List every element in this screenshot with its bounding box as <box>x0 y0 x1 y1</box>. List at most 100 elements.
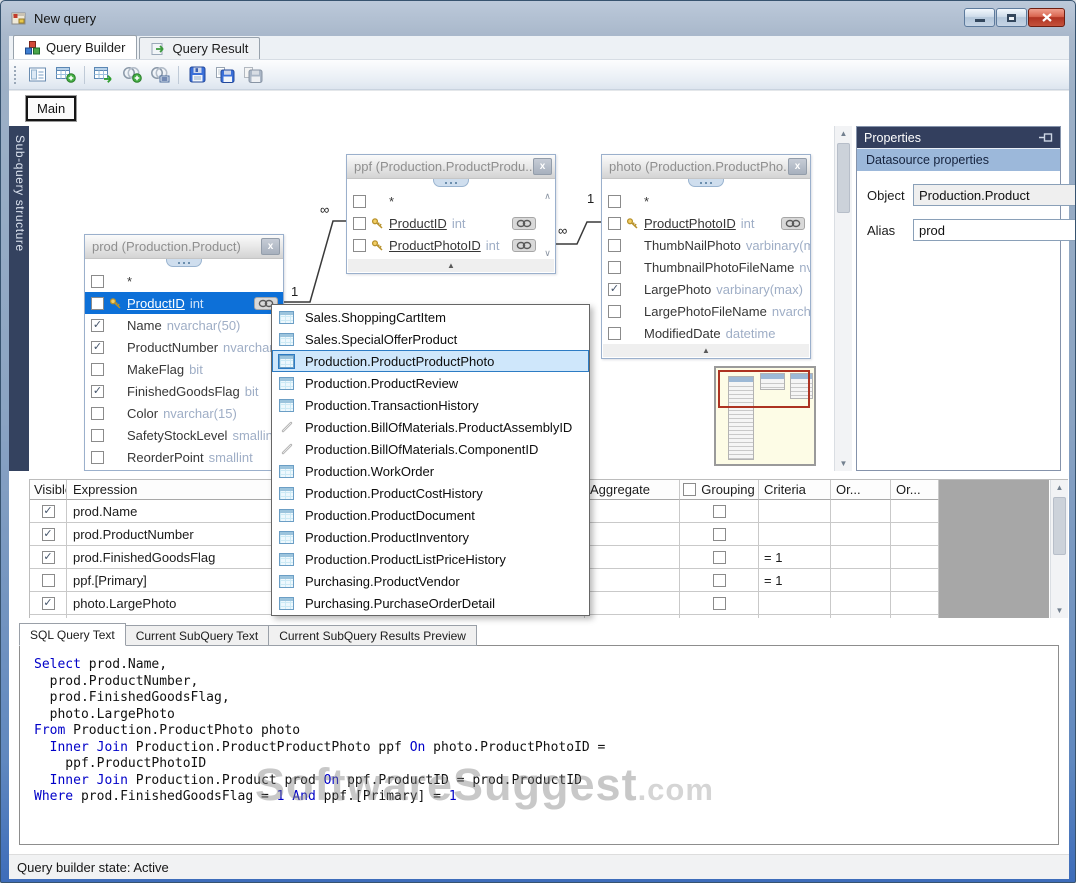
grouping-checkbox[interactable] <box>713 505 726 518</box>
save-query-icon[interactable] <box>185 63 210 86</box>
grouping-checkbox[interactable] <box>713 551 726 564</box>
field-row-productnumber[interactable]: ✓ProductNumbernvarchar( <box>85 336 283 358</box>
save-as-icon[interactable] <box>213 63 238 86</box>
grid-cell-aggregate[interactable] <box>585 546 680 569</box>
field-checkbox[interactable] <box>608 239 621 252</box>
show-panels-icon[interactable] <box>25 63 50 86</box>
tab-query-result[interactable]: Query Result <box>139 37 260 59</box>
grid-cell-aggregate[interactable] <box>585 615 680 618</box>
field-row-name[interactable]: ✓Namenvarchar(50) <box>85 314 283 336</box>
field-checkbox[interactable] <box>91 451 104 464</box>
field-checkbox[interactable] <box>91 297 104 310</box>
field-checkbox[interactable]: ✓ <box>91 341 104 354</box>
field-checkbox[interactable]: ✓ <box>91 319 104 332</box>
scroll-up-icon[interactable]: ▲ <box>835 126 852 141</box>
field-checkbox[interactable] <box>91 407 104 420</box>
dropdown-item[interactable]: Production.ProductListPriceHistory <box>272 548 589 570</box>
field-checkbox[interactable] <box>353 195 366 208</box>
subquery-structure-sidebar[interactable]: Sub-query structure <box>9 126 29 471</box>
datasource-header[interactable]: ppf (Production.ProductProdu... x <box>347 155 555 179</box>
dropdown-item[interactable]: Sales.ShoppingCartItem <box>272 306 589 328</box>
grid-cell-grouping[interactable] <box>680 569 759 592</box>
datasource-close-icon[interactable]: x <box>788 158 807 175</box>
subquery-tab-main[interactable]: Main <box>26 96 76 121</box>
field-row-productid[interactable]: ProductIDint <box>347 212 541 234</box>
datasource-table-photo[interactable]: photo (Production.ProductPho... x *Produ… <box>601 154 811 359</box>
auto-hide-pin-icon[interactable] <box>1039 133 1053 142</box>
field-row-productid[interactable]: ProductIDint <box>85 292 283 314</box>
grid-header-grouping[interactable]: Grouping <box>680 480 759 500</box>
grid-cell-or2[interactable] <box>891 592 939 615</box>
dropdown-item[interactable]: Sales.SpecialOfferProduct <box>272 328 589 350</box>
grid-cell-or1[interactable] <box>831 523 891 546</box>
visible-checkbox[interactable]: ✓ <box>42 505 55 518</box>
field-checkbox[interactable] <box>608 195 621 208</box>
field-checkbox[interactable]: ✓ <box>91 385 104 398</box>
dropdown-item[interactable]: Purchasing.PurchaseOrderDetail <box>272 592 589 614</box>
field-checkbox[interactable] <box>608 327 621 340</box>
field-row-largephoto[interactable]: ✓LargePhotovarbinary(max) <box>602 278 810 300</box>
join-link-icon[interactable] <box>512 239 536 252</box>
tab-current-subquery-results-preview[interactable]: Current SubQuery Results Preview <box>268 625 477 646</box>
dropdown-item[interactable]: Production.ProductDocument <box>272 504 589 526</box>
datasource-header[interactable]: photo (Production.ProductPho... x <box>602 155 810 179</box>
grid-cell-aggregate[interactable] <box>585 500 680 523</box>
diagram-vertical-scrollbar[interactable]: ▲ ▼ <box>834 126 852 471</box>
datasource-table-ppf[interactable]: ppf (Production.ProductProdu... x *Produ… <box>346 154 556 274</box>
field-row-largephotofilename[interactable]: LargePhotoFileNamenvarcha <box>602 300 810 322</box>
field-row-productphotoid[interactable]: ProductPhotoIDint <box>602 212 810 234</box>
join-link-icon[interactable] <box>512 217 536 230</box>
scroll-thumb[interactable] <box>1053 497 1066 555</box>
field-checkbox[interactable] <box>608 217 621 230</box>
datasource-header[interactable]: prod (Production.Product) x <box>85 235 283 259</box>
grid-cell-grouping[interactable] <box>680 546 759 569</box>
grouping-checkbox[interactable] <box>713 528 726 541</box>
grid-cell-aggregate[interactable] <box>585 592 680 615</box>
grid-cell-grouping[interactable] <box>680 615 759 618</box>
minimize-button[interactable] <box>964 8 995 27</box>
sql-text-panel[interactable]: Select prod.Name, prod.ProductNumber, pr… <box>19 645 1059 845</box>
grid-cell-or1[interactable] <box>831 615 891 618</box>
grid-cell-or2[interactable] <box>891 569 939 592</box>
datasource-close-icon[interactable]: x <box>261 238 280 255</box>
tab-sql-query-text[interactable]: SQL Query Text <box>19 623 126 646</box>
datasource-grip[interactable] <box>602 179 810 190</box>
field-row-modifieddate[interactable]: ModifiedDatedatetime <box>602 322 810 344</box>
grid-cell-aggregate[interactable] <box>585 523 680 546</box>
new-union-subquery-icon[interactable] <box>119 63 144 86</box>
dropdown-item[interactable]: Purchasing.ProductVendor <box>272 570 589 592</box>
collapse-arrow-icon[interactable]: ▲ <box>348 259 554 272</box>
scroll-down-icon[interactable]: ▼ <box>835 456 852 471</box>
field-row-reorderpoint[interactable]: ReorderPointsmallint <box>85 446 283 468</box>
field-checkbox[interactable] <box>353 217 366 230</box>
visible-checkbox[interactable]: ✓ <box>42 551 55 564</box>
grid-cell-visible[interactable]: ✓ <box>30 500 67 523</box>
add-datasource-icon[interactable] <box>53 63 78 86</box>
field-row-standardcost[interactable]: StandardCost <box>85 468 283 471</box>
datasource-grip[interactable] <box>85 259 283 270</box>
grid-cell-or2[interactable] <box>891 500 939 523</box>
remove-union-subquery-icon[interactable] <box>147 63 172 86</box>
field-checkbox[interactable]: ✓ <box>608 283 621 296</box>
datasource-table-prod[interactable]: prod (Production.Product) x *ProductIDin… <box>84 234 284 471</box>
field-list-scrollbar[interactable]: ∧∨ <box>541 192 554 258</box>
field-row-thumbnailphotofilename[interactable]: ThumbnailPhotoFileNamenv <box>602 256 810 278</box>
grid-cell-visible[interactable]: ✓ <box>30 523 67 546</box>
grid-cell-criteria[interactable] <box>759 592 831 615</box>
object-field[interactable] <box>913 184 1076 206</box>
dropdown-item[interactable]: Production.TransactionHistory <box>272 394 589 416</box>
minimap-viewport[interactable] <box>718 370 810 408</box>
field-checkbox[interactable] <box>91 275 104 288</box>
diagram-overview-minimap[interactable] <box>714 366 816 466</box>
dropdown-item[interactable]: Production.ProductInventory <box>272 526 589 548</box>
alias-field[interactable] <box>913 219 1076 241</box>
add-derived-table-icon[interactable] <box>91 63 116 86</box>
dropdown-item[interactable]: Production.WorkOrder <box>272 460 589 482</box>
scroll-thumb[interactable] <box>837 143 850 213</box>
field-row-thumbnailphoto[interactable]: ThumbNailPhotovarbinary(m <box>602 234 810 256</box>
grid-cell-or1[interactable] <box>831 569 891 592</box>
visible-checkbox[interactable]: ✓ <box>42 597 55 610</box>
grid-cell-grouping[interactable] <box>680 500 759 523</box>
grouping-checkbox[interactable] <box>713 597 726 610</box>
dropdown-item[interactable]: Production.ProductProductPhoto <box>272 350 589 372</box>
